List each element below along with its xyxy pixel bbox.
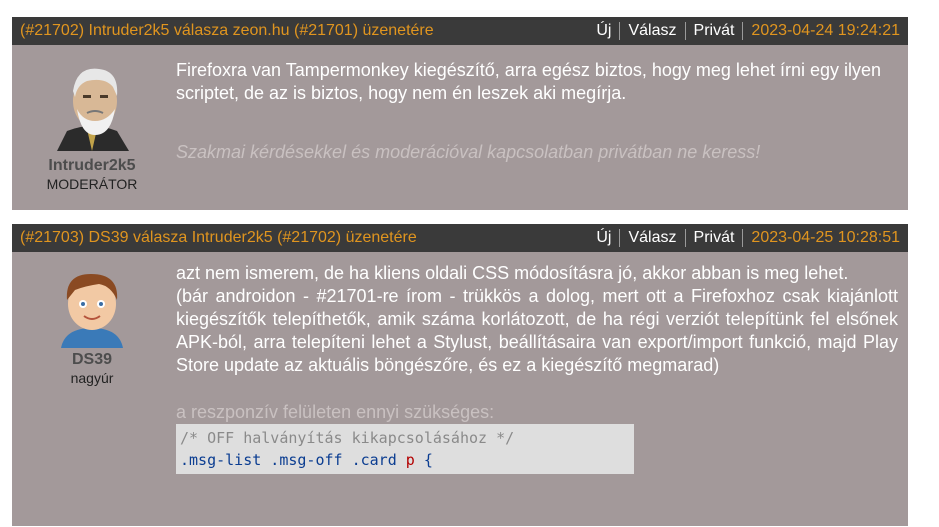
post-header: (#21703) DS39 válasza Intruder2k5 (#2170… <box>12 224 908 252</box>
code-block[interactable]: /* OFF halványítás kikapcsolásához */ .m… <box>176 424 634 474</box>
post-21702: (#21702) Intruder2k5 válasza zeon.hu (#2… <box>12 17 908 210</box>
post-body: Intruder2k5 MODERÁTOR Firefoxra van Tamp… <box>12 45 908 210</box>
post-id[interactable]: (#21702) <box>20 22 84 39</box>
post-content: Firefoxra van Tampermonkey kiegészítő, a… <box>172 59 908 210</box>
reply-word: válasza <box>173 22 229 39</box>
post-21703: (#21703) DS39 válasza Intruder2k5 (#2170… <box>12 224 908 526</box>
private-button[interactable]: Privát <box>686 22 744 40</box>
post-paragraph: azt nem ismerem, de ha kliens oldali CSS… <box>176 263 849 283</box>
post-content: azt nem ismerem, de ha kliens oldali CSS… <box>172 262 908 526</box>
reply-suffix: üzenetére <box>362 22 434 39</box>
post-timestamp[interactable]: 2023-04-25 10:28:51 <box>751 229 900 247</box>
code-brace: { <box>423 451 433 469</box>
post-actions: Új Válasz Privát 2023-04-25 10:28:51 <box>588 229 900 247</box>
code-line: .msg-list .msg-off .card p { <box>180 449 630 471</box>
reply-word: válasza <box>132 229 188 246</box>
post-paragraph: a reszponzív felületen ennyi szükséges: <box>176 402 495 422</box>
author-nick[interactable]: DS39 <box>12 351 172 369</box>
new-button[interactable]: Új <box>588 22 621 40</box>
post-header-info: (#21702) Intruder2k5 válasza zeon.hu (#2… <box>20 22 434 40</box>
code-selector: .msg-list .msg-off .card <box>180 451 397 469</box>
author-nick[interactable]: Intruder2k5 <box>12 157 172 175</box>
author-panel: Intruder2k5 MODERÁTOR <box>12 59 172 210</box>
post-actions: Új Válasz Privát 2023-04-24 19:24:21 <box>588 22 900 40</box>
post-author-link[interactable]: DS39 <box>89 229 129 246</box>
code-comment: /* OFF halványítás kikapcsolásához */ <box>180 429 515 447</box>
reply-button[interactable]: Válasz <box>620 22 686 40</box>
avatar[interactable] <box>55 266 129 348</box>
post-id[interactable]: (#21703) <box>20 229 84 246</box>
author-role: nagyúr <box>70 370 114 386</box>
post-paragraph: (bár androidon - #21701-re írom - trükkö… <box>176 286 898 375</box>
signature: Szakmai kérdésekkel és moderációval kapc… <box>176 142 761 162</box>
reply-to-author[interactable]: Intruder2k5 <box>192 229 273 246</box>
post-header-info: (#21703) DS39 válasza Intruder2k5 (#2170… <box>20 229 417 247</box>
code-element: p <box>405 451 415 469</box>
author-role: MODERÁTOR <box>46 176 138 192</box>
new-button[interactable]: Új <box>588 229 621 247</box>
post-text: Firefoxra van Tampermonkey kiegészítő, a… <box>176 60 882 103</box>
reply-to-author[interactable]: zeon.hu <box>233 22 290 39</box>
author-panel: DS39 nagyúr <box>12 266 172 526</box>
post-body: DS39 nagyúr azt nem ismerem, de ha klien… <box>12 252 908 526</box>
reply-to-id[interactable]: (#21701) <box>294 22 358 39</box>
avatar[interactable] <box>47 61 137 151</box>
reply-button[interactable]: Válasz <box>620 229 686 247</box>
post-header: (#21702) Intruder2k5 válasza zeon.hu (#2… <box>12 17 908 45</box>
private-button[interactable]: Privát <box>686 229 744 247</box>
post-author-link[interactable]: Intruder2k5 <box>89 22 170 39</box>
reply-suffix: üzenetére <box>345 229 417 246</box>
reply-to-id[interactable]: (#21702) <box>277 229 341 246</box>
post-timestamp[interactable]: 2023-04-24 19:24:21 <box>751 22 900 40</box>
